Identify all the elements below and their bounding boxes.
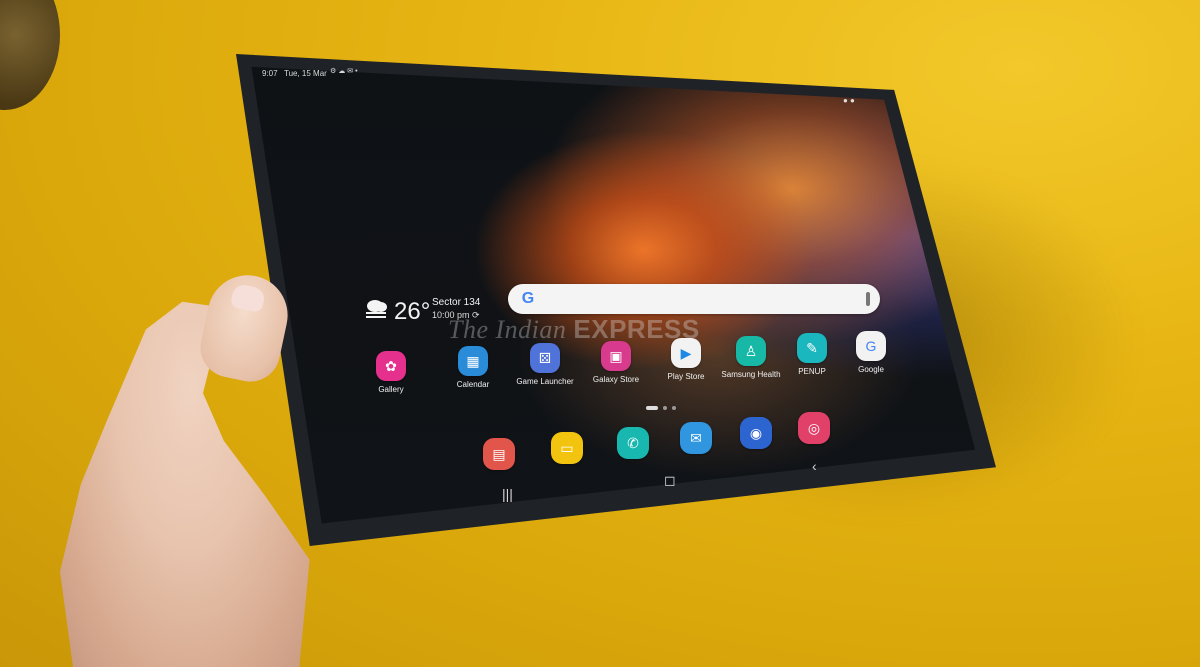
dock-app-notes[interactable]: ▤ xyxy=(467,438,531,474)
app-penup[interactable]: ✎ PENUP xyxy=(780,333,844,376)
app-galaxy-store[interactable]: ▣ Galaxy Store xyxy=(584,341,648,384)
samsung-health-icon: ♙ xyxy=(736,336,766,366)
home-button[interactable]: ◻ xyxy=(664,472,676,489)
cloudy-weather-icon xyxy=(366,300,387,318)
game-launcher-icon: ⚄ xyxy=(530,343,560,373)
dot-icon: • xyxy=(355,68,358,75)
gallery-icon: ✿ xyxy=(376,351,406,381)
temperature: 26° xyxy=(394,298,431,325)
app-label: Gallery xyxy=(378,385,404,394)
page-dot xyxy=(663,406,667,410)
app-game-launcher[interactable]: ⚄ Game Launcher xyxy=(513,343,577,386)
message-icon: ✉ xyxy=(347,68,354,75)
location: Sector 134 xyxy=(432,297,481,308)
dock-app-phone[interactable]: ✆ xyxy=(601,427,665,463)
page-indicator xyxy=(646,406,676,410)
phone-icon: ✆ xyxy=(617,427,649,459)
messages-icon: ✉ xyxy=(680,422,712,454)
app-label: Galaxy Store xyxy=(592,375,640,384)
app-label: Calendar xyxy=(456,380,490,389)
cloud-icon: ☁ xyxy=(338,68,346,75)
dock-app-camera[interactable]: ◎ xyxy=(782,412,846,448)
background-object xyxy=(0,0,60,110)
folder-icon: ▭ xyxy=(551,432,583,464)
notes-icon: ▤ xyxy=(483,438,515,470)
penup-icon: ✎ xyxy=(797,333,827,363)
page-dot-active xyxy=(646,406,658,410)
app-google[interactable]: G Google xyxy=(839,331,903,374)
app-gallery[interactable]: ✿ Gallery xyxy=(359,351,423,394)
app-label: Play Store xyxy=(667,372,705,381)
app-samsung-health[interactable]: ♙ Samsung Health xyxy=(719,336,783,379)
app-label: Google xyxy=(858,365,884,374)
calendar-icon: ▦ xyxy=(458,346,488,376)
dock-app-internet[interactable]: ◉ xyxy=(724,417,788,453)
mic-icon[interactable] xyxy=(866,292,870,306)
recent-apps-button[interactable]: ||| xyxy=(502,486,513,502)
google-search-bar[interactable]: G xyxy=(508,284,880,314)
status-icons: ⚙ ☁ ✉ • xyxy=(330,68,358,76)
internet-icon: ◉ xyxy=(740,417,772,449)
status-date: Tue, 15 Mar xyxy=(284,69,327,78)
watermark-prefix: The xyxy=(448,315,489,344)
hand xyxy=(60,267,320,667)
page-dot xyxy=(672,406,676,410)
dock-app-messages[interactable]: ✉ xyxy=(664,422,728,458)
dock-app-files[interactable]: ▭ xyxy=(535,432,599,468)
gear-icon: ⚙ xyxy=(330,68,337,75)
play-store-icon: ▶ xyxy=(671,338,701,368)
galaxy-store-icon: ▣ xyxy=(601,341,631,371)
app-label: Samsung Health xyxy=(721,370,781,379)
app-play-store[interactable]: ▶ Play Store xyxy=(654,338,718,381)
status-time: 9:07 xyxy=(262,69,278,78)
app-label: Game Launcher xyxy=(516,377,574,386)
camera-icon: ◎ xyxy=(798,412,830,444)
google-folder-icon: G xyxy=(856,331,886,361)
status-indicators: ● ● xyxy=(843,96,855,105)
watermark-middle: Indian xyxy=(495,315,567,344)
google-logo-icon: G xyxy=(521,290,535,307)
app-label: PENUP xyxy=(798,367,826,376)
app-calendar[interactable]: ▦ Calendar xyxy=(441,346,505,389)
back-button[interactable]: ‹ xyxy=(812,458,817,474)
